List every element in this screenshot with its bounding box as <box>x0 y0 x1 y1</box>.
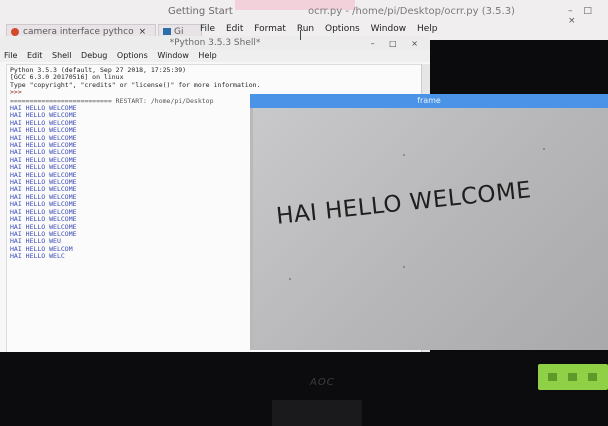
shell-title-bar: *Python 3.5.3 Shell* – □ × <box>0 36 430 50</box>
shell-menu-bar: File Edit Shell Debug Options Window Hel… <box>0 50 430 62</box>
editor-menu-format[interactable]: Format <box>254 24 286 34</box>
shell-window-controls[interactable]: – □ × <box>371 37 424 51</box>
frame-title-bar[interactable]: frame <box>250 94 608 108</box>
editor-menu-edit[interactable]: Edit <box>226 24 243 34</box>
shell-header-line: Type "copyright", "credits" or "license(… <box>10 80 261 89</box>
shell-menu-options[interactable]: Options <box>117 51 148 60</box>
monitor-button-panel <box>538 364 608 390</box>
getting-started-title: Getting Start <box>168 6 233 17</box>
editor-window-controls[interactable]: – □ × <box>568 6 608 26</box>
camera-captured-text: HAI HELLO WELCOME <box>275 177 533 230</box>
shell-menu-edit[interactable]: Edit <box>27 51 43 60</box>
shell-header: Python 3.5.3 (default, Sep 27 2018, 17:2… <box>10 66 261 97</box>
monitor-brand-logo: AOC <box>310 377 335 388</box>
shell-menu-window[interactable]: Window <box>157 51 189 60</box>
shell-title: *Python 3.5.3 Shell* <box>169 38 261 48</box>
editor-menu-window[interactable]: Window <box>371 24 407 34</box>
shell-menu-debug[interactable]: Debug <box>81 51 107 60</box>
browser-tab2-icon <box>163 28 171 35</box>
editor-window-title: ocrr.py - /home/pi/Desktop/ocrr.py (3.5.… <box>308 6 515 17</box>
shell-menu-shell[interactable]: Shell <box>52 51 72 60</box>
monitor-button[interactable] <box>548 373 557 381</box>
shell-output: HAI HELLO WELCOME HAI HELLO WELCOME HAI HE… <box>10 104 77 261</box>
monitor-button[interactable] <box>568 373 577 381</box>
frame-noise-dot <box>543 148 545 150</box>
monitor-button[interactable] <box>588 373 597 381</box>
frame-camera-view: HAI HELLO WELCOME <box>253 108 608 350</box>
frame-title: frame <box>417 96 441 105</box>
editor-menu-bar: File Edit Format Run Options Window Help <box>200 24 446 34</box>
editor-menu-options[interactable]: Options <box>325 24 360 34</box>
browser-tab-icon <box>11 27 19 36</box>
frame-noise-dot <box>289 278 291 280</box>
shell-output-line: HAI HELLO WELC <box>10 252 65 261</box>
shell-menu-help[interactable]: Help <box>198 51 216 60</box>
shell-menu-file[interactable]: File <box>4 51 17 60</box>
editor-menu-file[interactable]: File <box>200 24 215 34</box>
shell-prompt: >>> <box>10 88 22 97</box>
editor-menu-help[interactable]: Help <box>417 24 438 34</box>
frame-noise-dot <box>403 154 405 156</box>
frame-window: frame HAI HELLO WELCOME <box>250 94 608 350</box>
text-cursor-icon <box>300 30 301 40</box>
monitor-stand <box>272 400 362 426</box>
frame-noise-dot <box>403 266 405 268</box>
